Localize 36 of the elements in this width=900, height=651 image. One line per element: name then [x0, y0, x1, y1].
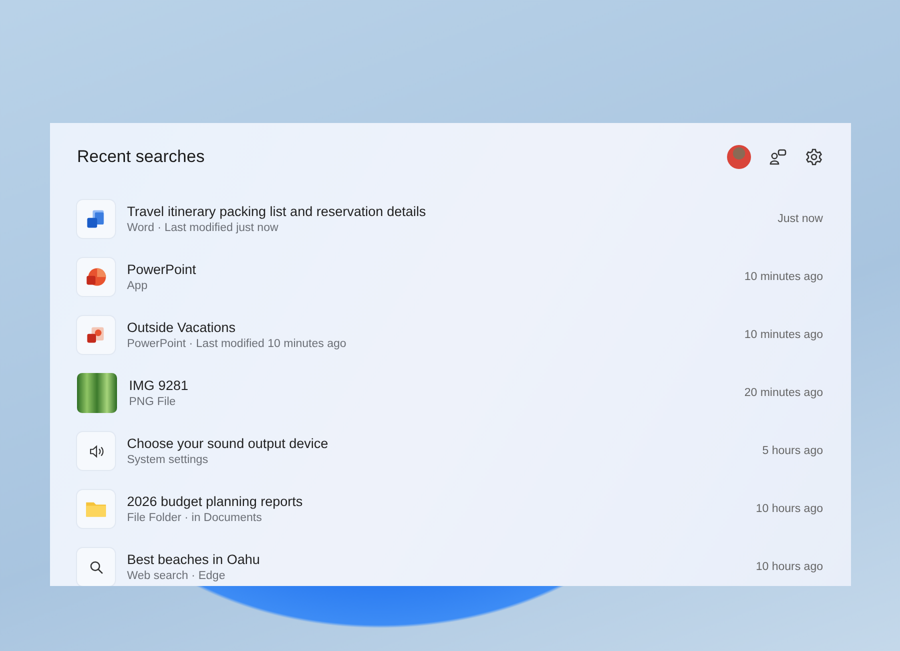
presentation-icon: [85, 266, 107, 288]
result-title: Choose your sound output device: [127, 434, 330, 452]
result-subtitle: PNG File: [129, 394, 177, 410]
avatar-icon[interactable]: [727, 145, 751, 169]
settings-icon[interactable]: [805, 148, 823, 166]
result-subtitle: App: [127, 278, 148, 294]
result-subtitle: Web search · Edge: [127, 568, 226, 584]
result-time: 5 hours ago: [762, 445, 823, 457]
result-time: 10 minutes ago: [744, 271, 823, 283]
result-item[interactable]: IMG 9281 PNG File 20 minutes ago: [77, 374, 823, 412]
result-time: 20 minutes ago: [744, 387, 823, 399]
result-item[interactable]: 2026 budget planning reports File Folder · in Documents 10 hours ago: [77, 490, 823, 528]
people-icon[interactable]: [769, 148, 787, 166]
result-time: 10 hours ago: [756, 503, 823, 515]
photo-placeholder: [77, 373, 117, 413]
result-time: 10 minutes ago: [744, 329, 823, 341]
result-item[interactable]: Choose your sound output device System settings 5 hours ago: [77, 432, 823, 470]
result-item[interactable]: Travel itinerary packing list and reservation details Word · Last modified just now Just now: [77, 200, 823, 238]
result-subtitle: PowerPoint · Last modified 10 minutes ago: [127, 336, 348, 352]
result-subtitle: System settings: [127, 452, 210, 468]
result-time: 10 hours ago: [756, 561, 823, 573]
result-title: PowerPoint: [127, 260, 198, 278]
result-time: Just now: [778, 213, 823, 225]
speaker-icon: [88, 442, 104, 460]
result-title: IMG 9281: [129, 376, 190, 394]
result-title: Travel itinerary packing list and reservation details: [127, 202, 427, 220]
result-subtitle: File Folder · in Documents: [127, 510, 263, 526]
result-item[interactable]: PowerPoint App 10 minutes ago: [77, 258, 823, 296]
result-item[interactable]: Best beaches in Oahu Web search · Edge 10 hours ago: [77, 548, 823, 586]
result-title: Outside Vacations: [127, 318, 237, 336]
result-title: 2026 budget planning reports: [127, 492, 304, 510]
result-subtitle: Word · Last modified just now: [127, 220, 280, 236]
panel-title: Recent searches: [77, 147, 205, 167]
search-icon: [88, 558, 104, 576]
result-item[interactable]: Outside Vacations PowerPoint · Last modified 10 minutes ago 10 minutes ago: [77, 316, 823, 354]
result-title: Best beaches in Oahu: [127, 550, 261, 568]
